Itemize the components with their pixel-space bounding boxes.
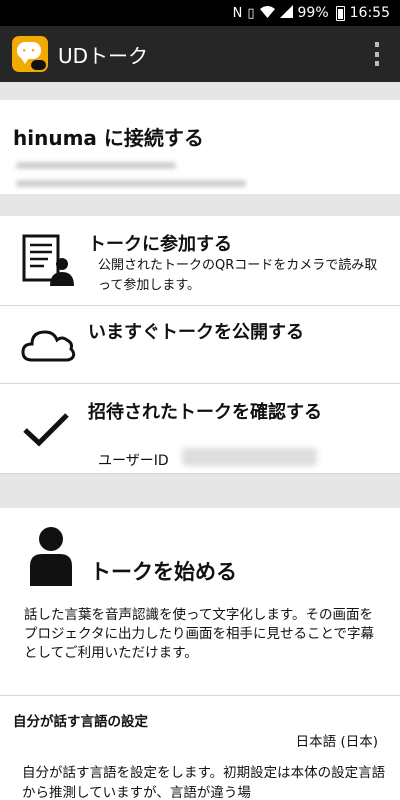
battery-percent: 99% <box>297 5 329 21</box>
document-person-icon <box>22 234 74 290</box>
nfc-icon: N <box>232 5 243 21</box>
app-title: UDトーク <box>58 43 149 68</box>
connect-section[interactable]: hinuma に接続する <box>0 100 400 194</box>
publish-talk-title: いますぐトークを公開する <box>88 322 304 343</box>
connect-detail-redacted <box>16 162 176 169</box>
cloud-icon <box>20 326 76 368</box>
user-id-label: ユーザーID <box>98 453 169 469</box>
language-setting-description: 自分が話す言語を設定をします。初期設定は本体の設定言語から推測していますが、言語… <box>22 765 386 800</box>
clock: 16:55 <box>349 5 390 21</box>
join-talk-title: トークに参加する <box>88 234 232 255</box>
start-talk-description: 話した言葉を音声認識を使って文字化します。その画面をプロジェクタに出力したり画面… <box>24 607 375 661</box>
divider-band <box>0 194 400 216</box>
vibrate-icon: ▯ <box>247 5 255 21</box>
start-talk-title: トークを始める <box>90 560 237 584</box>
status-bar: N ▯ 99% 16:55 <box>0 0 400 26</box>
invited-talk-title: 招待されたトークを確認する <box>88 402 322 423</box>
language-setting-title: 自分が話す言語の設定 <box>13 714 148 730</box>
signal-icon <box>279 5 293 21</box>
start-talk-section[interactable]: トークを始める 話した言葉を音声認識を使って文字化します。その画面をプロジェクタ… <box>0 508 400 696</box>
app-bar: • • • UDトーク <box>0 26 400 82</box>
battery-icon <box>335 5 345 21</box>
join-talk-row[interactable]: トークに参加する 公開されたトークのQRコードをカメラで読み取って参加します。 <box>0 216 400 306</box>
user-id-value-redacted <box>182 448 317 466</box>
publish-talk-row[interactable]: いますぐトークを公開する <box>0 306 400 384</box>
connect-detail-redacted <box>16 180 246 187</box>
connect-title: hinuma に接続する <box>13 126 204 150</box>
invited-talk-row[interactable]: 招待されたトークを確認する ユーザーID <box>0 384 400 474</box>
join-talk-description: 公開されたトークのQRコードをカメラで読み取って参加します。 <box>98 258 378 293</box>
wifi-icon <box>259 5 275 21</box>
language-setting-value[interactable]: 日本語 (日本) <box>296 730 378 750</box>
app-logo-icon: • • • <box>12 36 48 72</box>
language-setting-section[interactable]: 自分が話す言語の設定 日本語 (日本) 自分が話す言語を設定をします。初期設定は… <box>0 697 400 800</box>
divider-band <box>0 474 400 508</box>
overflow-menu-icon[interactable] <box>374 42 380 66</box>
checkmark-icon <box>22 412 70 452</box>
person-icon <box>28 526 74 590</box>
divider-band <box>0 82 400 100</box>
